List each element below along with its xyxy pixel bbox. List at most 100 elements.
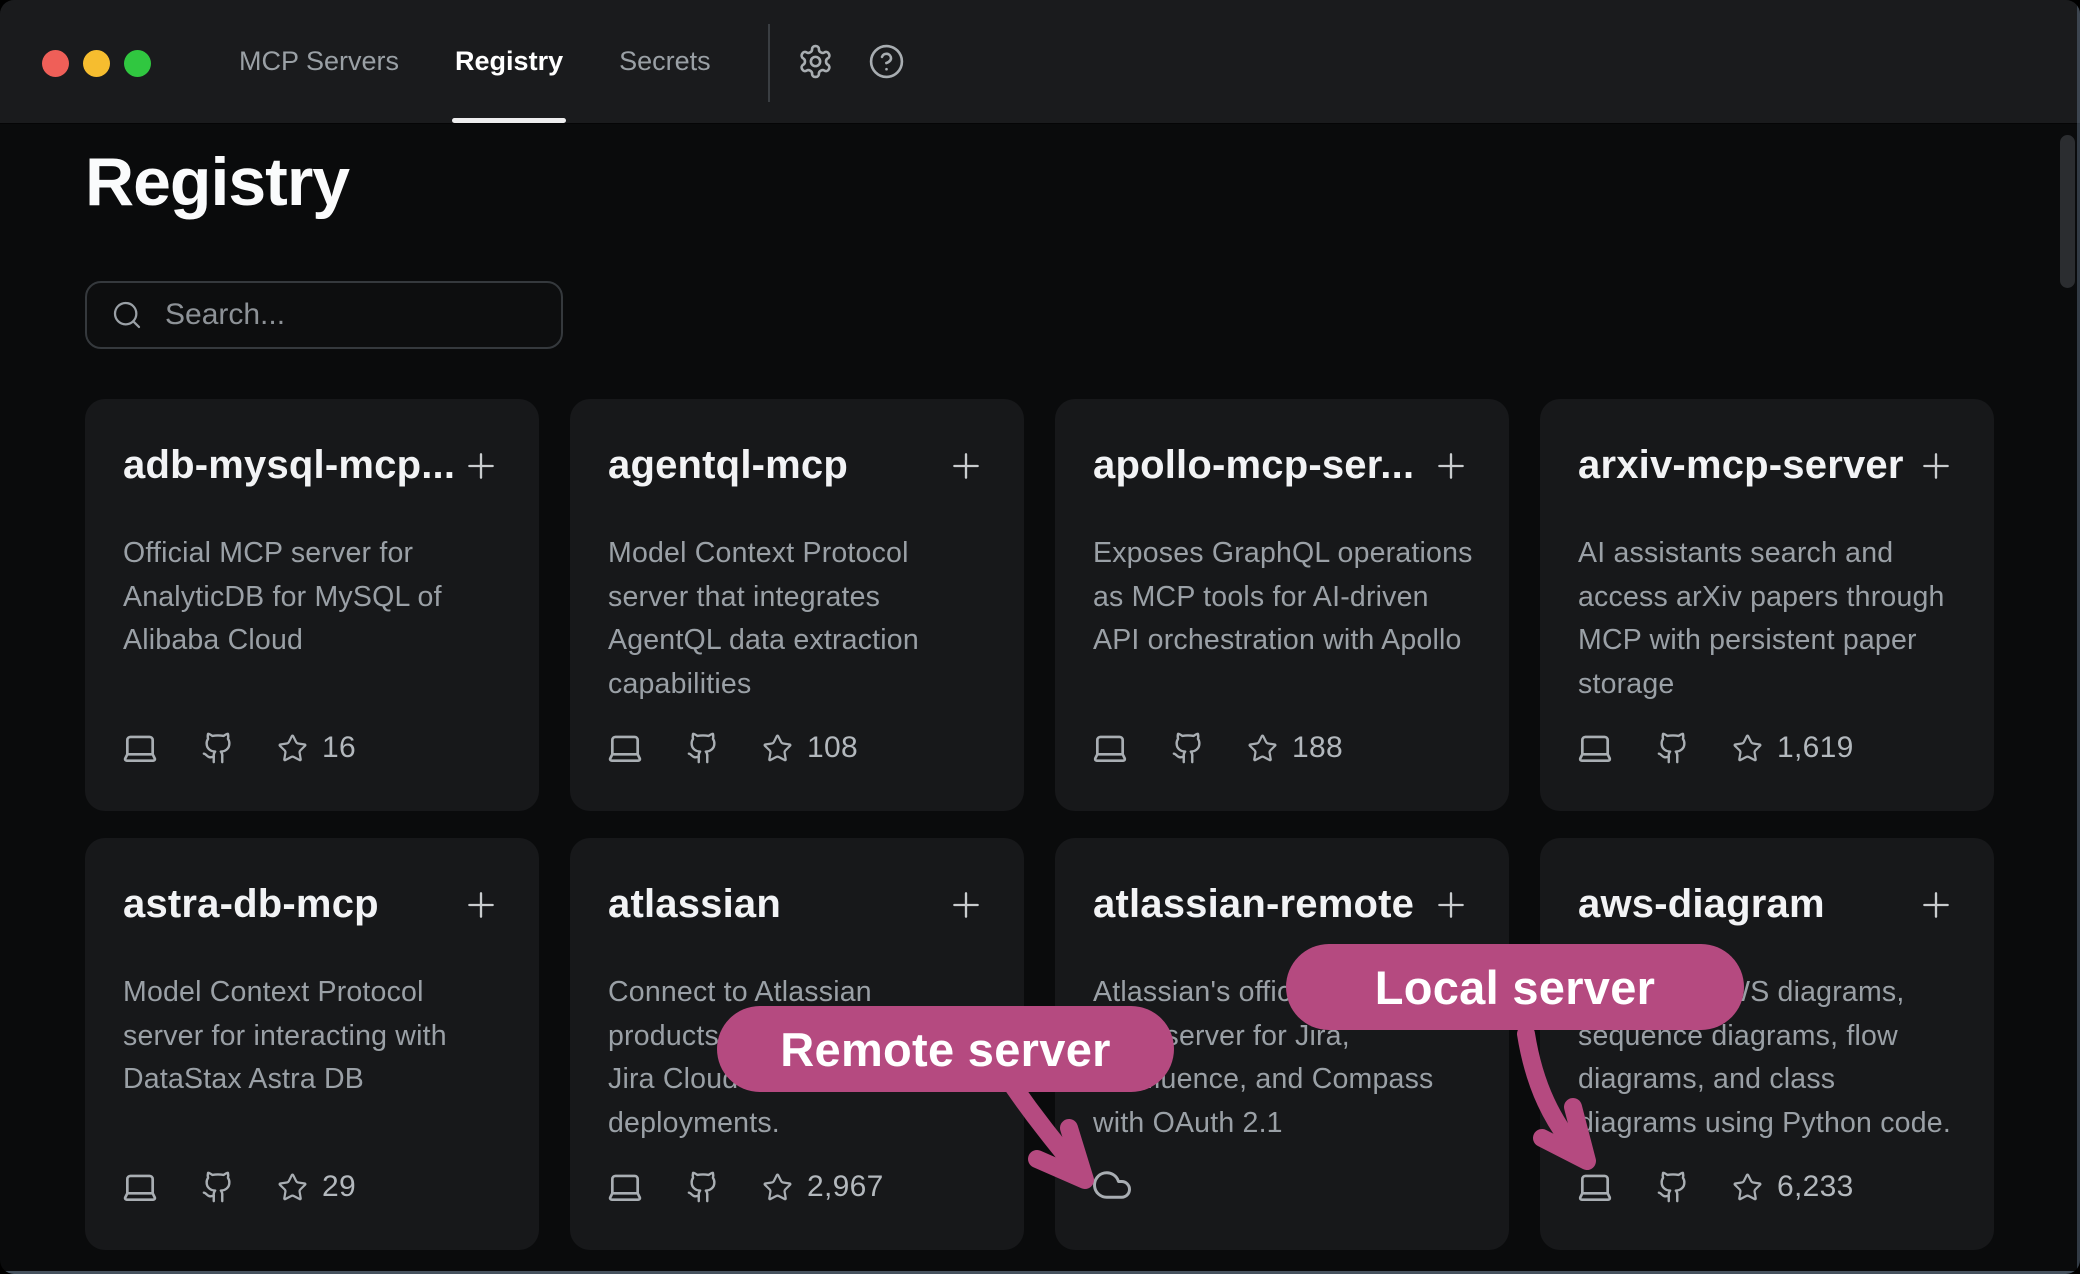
laptop-icon	[606, 1168, 644, 1206]
star-count: 188	[1247, 731, 1343, 765]
registry-card: agentql-mcp Model Context Protocol server…	[570, 399, 1024, 811]
search-icon	[111, 299, 143, 331]
search-input[interactable]	[163, 297, 553, 333]
card-header: astra-db-mcp	[123, 882, 501, 927]
server-name: atlassian-remote	[1093, 882, 1414, 927]
star-icon	[1247, 733, 1278, 764]
card-footer: 2,967	[606, 1168, 884, 1206]
registry-card: apollo-mcp-ser... Exposes GraphQL operati…	[1055, 399, 1509, 811]
server-description: AI assistants search and access arXiv pa…	[1578, 532, 1984, 706]
card-header: arxiv-mcp-server	[1578, 443, 1956, 488]
star-count-value: 6,233	[1777, 1170, 1854, 1204]
star-count: 1,619	[1732, 731, 1854, 765]
star-count-value: 29	[322, 1170, 356, 1204]
star-count: 16	[277, 731, 356, 765]
toolbar-actions	[797, 0, 905, 123]
star-icon	[277, 1172, 308, 1203]
add-server-button[interactable]	[1431, 446, 1471, 486]
registry-card-grid: adb-mysql-mcp... Official MCP server for …	[85, 399, 1994, 1250]
server-name: adb-mysql-mcp...	[123, 443, 455, 488]
minimize-window-button[interactable]	[83, 50, 110, 77]
star-count: 6,233	[1732, 1170, 1854, 1204]
page-title: Registry	[85, 143, 349, 221]
card-header: adb-mysql-mcp...	[123, 443, 501, 488]
traffic-lights	[42, 50, 151, 77]
star-icon	[1732, 1172, 1763, 1203]
server-name: apollo-mcp-ser...	[1093, 443, 1414, 488]
add-server-button[interactable]	[1916, 446, 1956, 486]
tab-mcp-servers[interactable]: MCP Servers	[239, 0, 399, 123]
card-footer: 16	[121, 729, 356, 767]
close-window-button[interactable]	[42, 50, 69, 77]
github-icon[interactable]	[1656, 731, 1690, 765]
card-header: apollo-mcp-ser...	[1093, 443, 1471, 488]
star-count-value: 188	[1292, 731, 1343, 765]
star-icon	[277, 733, 308, 764]
card-footer	[1091, 1164, 1133, 1206]
github-icon[interactable]	[201, 731, 235, 765]
tab-registry[interactable]: Registry	[455, 0, 563, 123]
card-footer: 6,233	[1576, 1168, 1854, 1206]
toolbar-divider	[768, 24, 770, 102]
server-description: Model Context Protocol server for intera…	[123, 971, 529, 1102]
main-nav: MCP Servers Registry Secrets	[239, 0, 711, 123]
star-icon	[1732, 733, 1763, 764]
card-header: atlassian-remote	[1093, 882, 1471, 927]
star-count-value: 108	[807, 731, 858, 765]
laptop-icon	[606, 729, 644, 767]
local-server-callout: Local server	[1286, 944, 1744, 1030]
github-icon[interactable]	[686, 1170, 720, 1204]
remote-server-callout: Remote server	[717, 1006, 1174, 1092]
server-name: atlassian	[608, 882, 781, 927]
cloud-icon	[1091, 1164, 1133, 1206]
laptop-icon	[121, 1168, 159, 1206]
star-count-value: 16	[322, 731, 356, 765]
laptop-icon	[1576, 729, 1614, 767]
star-icon	[762, 1172, 793, 1203]
star-count-value: 1,619	[1777, 731, 1854, 765]
laptop-icon	[1576, 1168, 1614, 1206]
add-server-button[interactable]	[1916, 885, 1956, 925]
github-icon[interactable]	[686, 731, 720, 765]
card-header: atlassian	[608, 882, 986, 927]
add-server-button[interactable]	[946, 446, 986, 486]
registry-card: astra-db-mcp Model Context Protocol serve…	[85, 838, 539, 1250]
registry-card: adb-mysql-mcp... Official MCP server for …	[85, 399, 539, 811]
card-footer: 108	[606, 729, 858, 767]
server-description: Official MCP server for AnalyticDB for M…	[123, 532, 529, 663]
server-description: Exposes GraphQL operations as MCP tools …	[1093, 532, 1499, 663]
star-count: 29	[277, 1170, 356, 1204]
server-name: astra-db-mcp	[123, 882, 379, 927]
tab-secrets[interactable]: Secrets	[619, 0, 711, 123]
star-count-value: 2,967	[807, 1170, 884, 1204]
server-description: Model Context Protocol server that integ…	[608, 532, 1014, 706]
github-icon[interactable]	[201, 1170, 235, 1204]
server-name: aws-diagram	[1578, 882, 1825, 927]
app-window: MCP Servers Registry Secrets Registry ad…	[0, 0, 2080, 1274]
card-header: aws-diagram	[1578, 882, 1956, 927]
laptop-icon	[121, 729, 159, 767]
card-footer: 188	[1091, 729, 1343, 767]
add-server-button[interactable]	[461, 885, 501, 925]
registry-card: aws-diagramGenerate AWS diagrams, sequen…	[1540, 838, 1994, 1250]
card-footer: 1,619	[1576, 729, 1854, 767]
settings-gear-icon[interactable]	[797, 43, 834, 80]
scrollbar-thumb[interactable]	[2060, 135, 2075, 288]
server-name: arxiv-mcp-server	[1578, 443, 1904, 488]
laptop-icon	[1091, 729, 1129, 767]
server-name: agentql-mcp	[608, 443, 848, 488]
registry-card: arxiv-mcp-server AI assistants search and…	[1540, 399, 1994, 811]
search-box[interactable]	[85, 281, 563, 349]
zoom-window-button[interactable]	[124, 50, 151, 77]
card-header: agentql-mcp	[608, 443, 986, 488]
help-icon[interactable]	[868, 43, 905, 80]
github-icon[interactable]	[1171, 731, 1205, 765]
titlebar: MCP Servers Registry Secrets	[0, 0, 2080, 124]
star-icon	[762, 733, 793, 764]
add-server-button[interactable]	[1431, 885, 1471, 925]
add-server-button[interactable]	[946, 885, 986, 925]
star-count: 108	[762, 731, 858, 765]
add-server-button[interactable]	[461, 446, 501, 486]
github-icon[interactable]	[1656, 1170, 1690, 1204]
star-count: 2,967	[762, 1170, 884, 1204]
